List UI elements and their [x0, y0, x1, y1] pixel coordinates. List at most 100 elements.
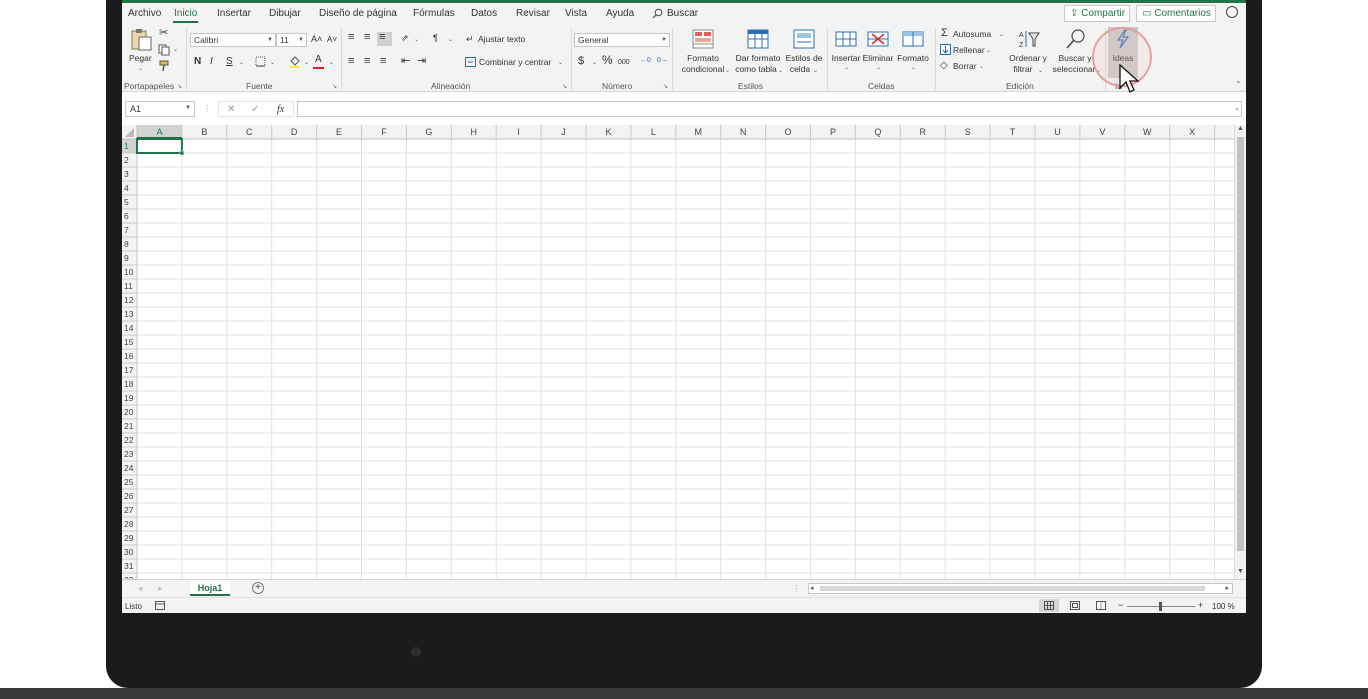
fill-color-icon[interactable] — [288, 55, 301, 68]
direction-dropdown-icon[interactable]: ⌄ — [448, 36, 453, 43]
chevron-down-icon[interactable]: ⌄ — [979, 63, 984, 70]
row-header[interactable]: 21 — [124, 421, 134, 431]
macro-record-icon[interactable] — [155, 601, 165, 610]
scrollbar-thumb[interactable] — [820, 586, 1205, 591]
row-header[interactable]: 25 — [124, 477, 134, 487]
expand-formula-icon[interactable]: ⌄ — [1234, 103, 1240, 114]
zoom-level[interactable]: 100 % — [1212, 601, 1235, 612]
column-header[interactable]: G — [425, 127, 432, 137]
row-header[interactable]: 5 — [124, 197, 129, 207]
fill-icon[interactable] — [940, 44, 951, 55]
cancel-icon[interactable]: ✕ — [227, 104, 235, 115]
zoom-slider-thumb[interactable] — [1159, 602, 1162, 611]
column-header[interactable]: L — [651, 127, 656, 137]
chevron-down-icon[interactable]: ⌄ — [1038, 67, 1043, 74]
cell-styles-label-2[interactable]: celda — [770, 64, 830, 75]
column-header[interactable]: P — [830, 127, 836, 137]
sheet-tab-hoja1[interactable]: Hoja1 — [190, 580, 230, 596]
row-header[interactable]: 29 — [124, 533, 134, 543]
column-header[interactable]: K — [605, 127, 611, 137]
tab-revisar[interactable]: Revisar — [516, 8, 550, 19]
align-left-icon[interactable]: ≡ — [348, 56, 354, 67]
column-header[interactable]: N — [740, 127, 747, 137]
column-header[interactable]: A — [156, 127, 162, 137]
orientation-icon[interactable]: ⇗ — [401, 33, 409, 44]
row-header[interactable]: 23 — [124, 449, 134, 459]
autosum-button[interactable]: Autosuma — [953, 29, 991, 40]
row-header[interactable]: 19 — [124, 393, 134, 403]
align-top-icon[interactable]: ≡ — [348, 32, 354, 43]
merge-center-button[interactable]: Combinar y centrar — [479, 57, 551, 68]
column-header[interactable]: T — [1010, 127, 1016, 137]
tab-inicio[interactable]: Inicio — [174, 8, 197, 19]
tab-datos[interactable]: Datos — [471, 8, 497, 19]
scrollbar-thumb[interactable] — [1237, 137, 1244, 551]
page-break-icon[interactable] — [1096, 601, 1106, 610]
column-header[interactable]: V — [1099, 127, 1105, 137]
page-layout-icon[interactable] — [1070, 601, 1080, 610]
column-header[interactable]: H — [471, 127, 478, 137]
paste-button[interactable]: Pegar — [129, 53, 152, 64]
active-cell-a1[interactable] — [136, 138, 183, 154]
font-color-icon[interactable]: A — [315, 54, 322, 65]
row-header[interactable]: 10 — [124, 267, 134, 277]
wrap-text-button[interactable]: Ajustar texto — [478, 34, 525, 45]
scroll-right-icon[interactable]: ▸ — [1225, 584, 1229, 592]
align-right-icon[interactable]: ≡ — [380, 56, 386, 67]
row-header[interactable]: 28 — [124, 519, 134, 529]
tab-formulas[interactable]: Fórmulas — [413, 8, 455, 19]
fill-handle[interactable] — [179, 150, 185, 156]
collapse-ribbon-icon[interactable]: ⌃ — [1235, 80, 1242, 89]
increase-font-icon[interactable]: A˄ — [311, 34, 322, 45]
chevron-down-icon[interactable]: ⌄ — [999, 31, 1004, 38]
wrap-text-icon[interactable]: ↵ — [466, 34, 474, 45]
percent-button[interactable]: % — [602, 54, 613, 66]
underline-button[interactable]: S — [226, 56, 233, 67]
row-header[interactable]: 13 — [124, 309, 134, 319]
fill-color-dropdown-icon[interactable]: ⌄ — [304, 59, 309, 66]
row-header[interactable]: 6 — [124, 211, 129, 221]
enter-icon[interactable]: ✓ — [251, 104, 259, 115]
row-header[interactable]: 30 — [124, 547, 134, 557]
column-header[interactable]: B — [201, 127, 207, 137]
chevron-down-icon[interactable]: ⌄ — [911, 64, 916, 71]
chevron-down-icon[interactable]: ⌄ — [844, 64, 849, 71]
autosum-icon[interactable]: Σ — [941, 28, 948, 39]
comments-button[interactable]: ▭ Comentarios — [1136, 5, 1216, 22]
decrease-font-icon[interactable]: A˅ — [327, 34, 337, 45]
feedback-smiley-icon[interactable] — [1226, 6, 1238, 18]
underline-dropdown-icon[interactable]: ⌄ — [239, 59, 244, 66]
column-header[interactable]: E — [336, 127, 342, 137]
splitter-grip-icon[interactable]: ⋮ — [792, 583, 801, 594]
font-launcher-icon[interactable]: ↘ — [332, 83, 337, 90]
tab-insertar[interactable]: Insertar — [217, 8, 251, 19]
cell-styles-icon[interactable] — [793, 29, 815, 49]
tab-dibujar[interactable]: Dibujar — [269, 8, 301, 19]
row-header[interactable]: 18 — [124, 379, 134, 389]
row-header[interactable]: 14 — [124, 323, 134, 333]
row-header[interactable]: 11 — [124, 281, 133, 291]
chevron-down-icon[interactable]: ⌄ — [813, 67, 818, 74]
align-bottom-icon[interactable]: ≡ — [377, 32, 392, 46]
currency-button[interactable]: $ — [578, 56, 584, 67]
row-header[interactable]: 17 — [124, 365, 134, 375]
insert-function-button[interactable]: fx — [277, 104, 284, 115]
format-cells-icon[interactable] — [902, 29, 924, 49]
orientation-dropdown-icon[interactable]: ⌄ — [414, 36, 419, 43]
row-header[interactable]: 27 — [124, 505, 134, 515]
column-header[interactable]: J — [561, 127, 566, 137]
row-header[interactable]: 7 — [124, 225, 129, 235]
borders-dropdown-icon[interactable]: ⌄ — [270, 59, 275, 66]
number-launcher-icon[interactable]: ↘ — [663, 83, 668, 90]
cell-styles-label-1[interactable]: Estilos de — [774, 53, 834, 64]
increase-indent-icon[interactable]: ⇥ — [417, 56, 426, 67]
chevron-down-icon[interactable]: ⌄ — [876, 64, 881, 71]
currency-dropdown-icon[interactable]: ⌄ — [592, 59, 597, 66]
zoom-in-icon[interactable]: + — [1198, 600, 1203, 611]
normal-view-icon[interactable] — [1044, 601, 1054, 610]
row-header[interactable]: 3 — [124, 169, 129, 179]
find-select-icon[interactable] — [1065, 28, 1087, 50]
next-sheet-icon[interactable]: ▸ — [158, 583, 162, 594]
column-header[interactable]: S — [965, 127, 971, 137]
bold-button[interactable]: N — [194, 56, 201, 67]
